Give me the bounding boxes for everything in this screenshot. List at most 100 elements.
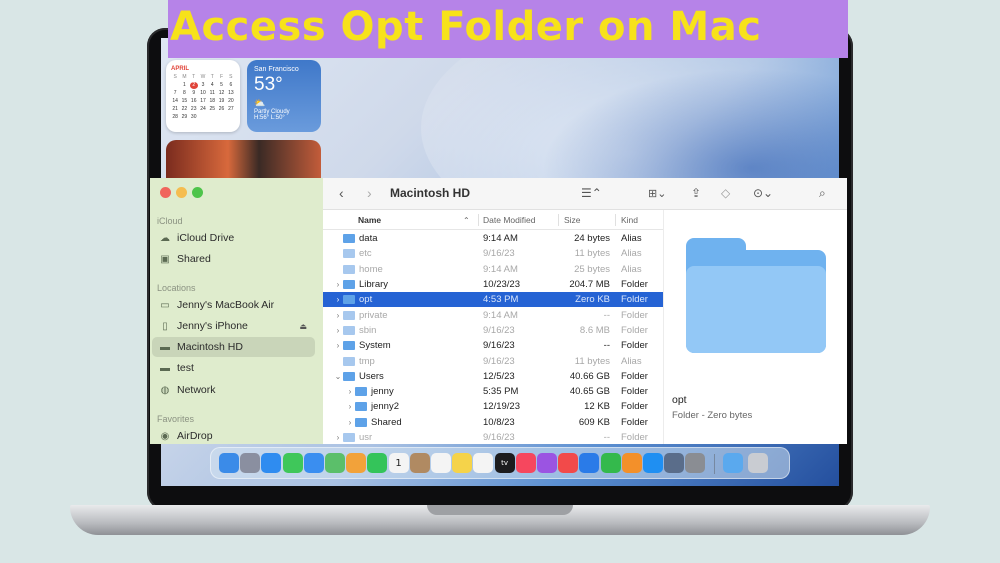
- photos-icon[interactable]: [346, 453, 367, 473]
- close-window-button[interactable]: [160, 187, 171, 198]
- row-kind: Folder: [621, 401, 648, 413]
- cloud-icon: ☁: [160, 232, 170, 244]
- tv-icon[interactable]: tv: [494, 453, 515, 473]
- table-row-sbin[interactable]: › sbin 9/16/23 8.6 MB Folder: [323, 323, 663, 338]
- freeform-icon[interactable]: [473, 453, 494, 473]
- table-row-tmp[interactable]: tmp 9/16/23 11 bytes Alias: [323, 353, 663, 368]
- list-view-icon[interactable]: ☰⌃: [581, 186, 602, 200]
- laptop-notch: [427, 505, 573, 515]
- system-settings-icon[interactable]: [685, 453, 706, 473]
- finder-icon[interactable]: [219, 453, 239, 473]
- podcasts-icon[interactable]: [537, 453, 557, 473]
- table-row-system[interactable]: › System 9/16/23 -- Folder: [323, 338, 663, 353]
- forward-button[interactable]: ›: [367, 185, 372, 201]
- zoom-window-button[interactable]: [192, 187, 203, 198]
- table-row-usr[interactable]: › usr 9/16/23 -- Folder: [323, 430, 663, 444]
- downloads-folder-icon[interactable]: [723, 453, 743, 473]
- disclosure-chevron-icon[interactable]: ›: [333, 295, 343, 304]
- disclosure-chevron-icon[interactable]: ›: [333, 433, 343, 442]
- group-icon[interactable]: ⊞⌄: [648, 187, 666, 200]
- launchpad-icon[interactable]: [240, 453, 261, 473]
- column-divider: [558, 214, 559, 226]
- table-row-shared[interactable]: › Shared 10/8/23 609 KB Folder: [323, 415, 663, 430]
- finder-window: iCloud ☁ iCloud Drive ▣ Shared Locations…: [150, 178, 847, 444]
- row-kind: Folder: [621, 432, 648, 444]
- table-row-opt[interactable]: › opt 4:53 PM Zero KB Folder: [323, 292, 663, 308]
- calendar-day: 9: [192, 90, 196, 96]
- sidebar-item-airdrop[interactable]: ◉ AirDrop: [152, 426, 315, 444]
- minimize-window-button[interactable]: [176, 187, 187, 198]
- sidebar-section-icloud: iCloud: [157, 216, 183, 226]
- disclosure-chevron-icon[interactable]: ›: [333, 280, 343, 289]
- alias-folder-icon: [343, 249, 355, 259]
- keynote-icon[interactable]: [579, 453, 600, 473]
- disclosure-chevron-icon[interactable]: ›: [345, 402, 355, 411]
- table-row-library[interactable]: › Library 10/23/23 204.7 MB Folder: [323, 277, 663, 292]
- share-icon[interactable]: ⇪: [691, 186, 701, 200]
- table-row-users[interactable]: ⌄ Users 12/5/23 40.66 GB Folder: [323, 369, 663, 384]
- pages-icon[interactable]: [621, 453, 642, 473]
- disclosure-chevron-icon[interactable]: ›: [333, 311, 343, 320]
- news-icon[interactable]: [558, 453, 579, 473]
- disclosure-chevron-icon[interactable]: ›: [333, 341, 343, 350]
- disclosure-chevron-icon[interactable]: ›: [333, 326, 343, 335]
- music-icon[interactable]: [515, 453, 536, 473]
- sidebar-item-macintosh-hd[interactable]: ▬ Macintosh HD: [152, 337, 315, 357]
- preview-name: opt: [672, 394, 687, 406]
- numbers-icon[interactable]: [600, 453, 621, 473]
- calendar-icon[interactable]: 1: [388, 453, 409, 473]
- row-date: 9/16/23: [483, 248, 515, 260]
- column-date[interactable]: Date Modified: [483, 210, 535, 230]
- table-row-etc[interactable]: etc 9/16/23 11 bytes Alias: [323, 246, 663, 261]
- disclosure-chevron-icon[interactable]: ›: [345, 387, 355, 396]
- disclosure-chevron-icon[interactable]: ⌄: [333, 372, 343, 381]
- table-row-data[interactable]: data 9:14 AM 24 bytes Alias: [323, 231, 663, 246]
- safari-icon[interactable]: [261, 453, 282, 473]
- sort-chevron-icon[interactable]: ⌃: [463, 210, 470, 230]
- search-icon[interactable]: ⌕: [819, 186, 826, 201]
- mail-icon[interactable]: [303, 453, 324, 473]
- disclosure-chevron-icon[interactable]: ›: [345, 418, 355, 427]
- maps-icon[interactable]: [325, 453, 345, 473]
- row-size: 40.65 GB: [569, 386, 610, 398]
- table-row-private[interactable]: › private 9:14 AM -- Folder: [323, 308, 663, 323]
- contacts-icon[interactable]: [409, 453, 430, 473]
- sidebar-item-iphone[interactable]: ▯ Jenny's iPhone ⏏: [152, 316, 315, 336]
- calendar-widget[interactable]: APRIL S M T W T F S 1 2 3 4 5 6 7 8 9 10 11 12 13 14 15 16 17 18…: [166, 60, 240, 132]
- table-row-jenny2[interactable]: › jenny2 12/19/23 12 KB Folder: [323, 399, 663, 414]
- sidebar-item-icloud-drive[interactable]: ☁ iCloud Drive: [152, 228, 315, 248]
- row-size: --: [603, 432, 610, 444]
- column-kind[interactable]: Kind: [621, 210, 638, 230]
- sidebar-item-label: AirDrop: [177, 430, 213, 442]
- folder-icon: [343, 341, 355, 351]
- sidebar-item-network[interactable]: ◍ Network: [152, 380, 315, 400]
- table-row-home[interactable]: home 9:14 AM 25 bytes Alias: [323, 262, 663, 277]
- tag-icon[interactable]: ◇: [721, 186, 730, 200]
- back-button[interactable]: ‹: [339, 185, 344, 201]
- app-store-icon[interactable]: [643, 453, 663, 473]
- iphone-mirroring-icon[interactable]: [664, 453, 685, 473]
- row-date: 9:14 AM: [483, 233, 518, 245]
- trash-icon[interactable]: [748, 453, 768, 473]
- alias-folder-icon: [343, 264, 355, 274]
- sidebar-item-macbook-air[interactable]: ▭ Jenny's MacBook Air: [152, 295, 315, 315]
- table-row-jenny[interactable]: › jenny 5:35 PM 40.65 GB Folder: [323, 384, 663, 399]
- more-actions-icon[interactable]: ⊙⌄: [753, 186, 773, 200]
- phone-icon: ▯: [162, 320, 168, 332]
- row-name: home: [359, 263, 383, 275]
- sidebar-item-shared[interactable]: ▣ Shared: [152, 249, 315, 269]
- row-name: private: [359, 309, 388, 321]
- column-size[interactable]: Size: [564, 210, 581, 230]
- eject-icon[interactable]: ⏏: [299, 322, 307, 331]
- globe-icon: ◍: [160, 384, 170, 396]
- photo-widget[interactable]: [166, 140, 321, 180]
- messages-icon[interactable]: [282, 453, 303, 473]
- shared-folder-icon: ▣: [160, 253, 170, 265]
- notes-icon[interactable]: [452, 453, 473, 473]
- weather-widget[interactable]: San Francisco 53° ⛅ Partly Cloudy H:56° …: [247, 60, 321, 132]
- column-name[interactable]: Name: [358, 210, 381, 230]
- facetime-icon[interactable]: [367, 453, 388, 473]
- row-name: Users: [359, 370, 384, 382]
- sidebar-item-test[interactable]: ▬ test: [152, 358, 315, 378]
- reminders-icon[interactable]: [431, 453, 451, 473]
